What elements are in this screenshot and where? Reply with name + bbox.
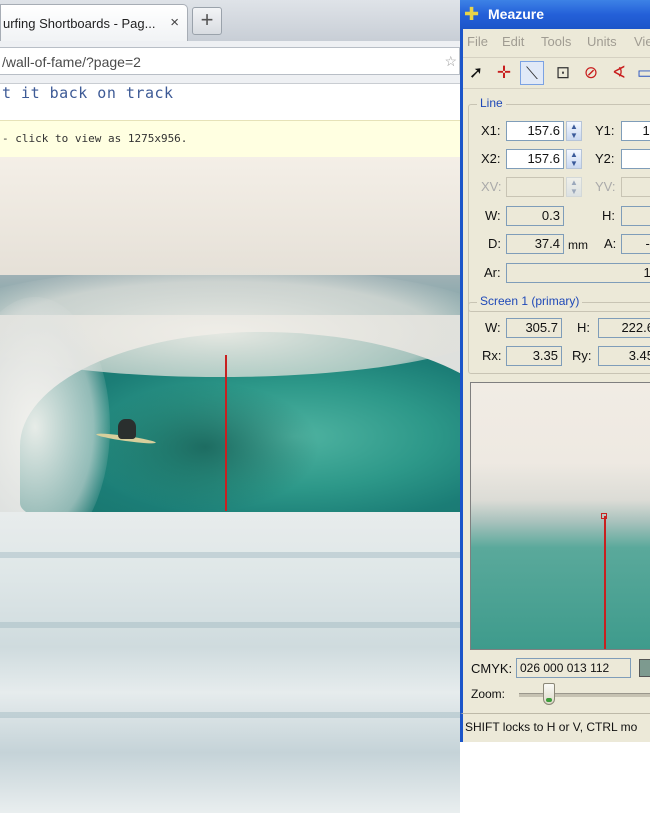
x1-spinner[interactable]: ▲ ▼ <box>566 121 582 141</box>
screen-group: Screen 1 (primary) W: 305.7 H: 222.6 Rx:… <box>468 294 650 374</box>
cmyk-label: CMYK: <box>471 661 513 676</box>
tab-title: urfing Shortboards - Pag... <box>3 16 156 31</box>
width-label: W: <box>485 208 501 223</box>
angle-field: -9 <box>621 234 650 254</box>
y2-field[interactable]: 5 <box>621 149 650 169</box>
url-input[interactable]: /wall-of-fame/?page=2 ☆ <box>0 47 460 75</box>
bookmark-star-icon[interactable]: ☆ <box>444 53 457 70</box>
menu-units[interactable]: Units <box>587 34 617 49</box>
y2-label: Y2: <box>595 151 615 166</box>
menu-bar: File Edit Tools Units Vie <box>463 29 650 53</box>
height-field: 3 <box>621 206 650 226</box>
browser-tab-strip: urfing Shortboards - Pag... × + <box>0 0 460 41</box>
screen-height-label: H: <box>577 320 590 335</box>
width-field: 0.3 <box>506 206 564 226</box>
color-swatch <box>639 659 650 677</box>
meazure-window: ✚ Meazure File Edit Tools Units Vie ➚ ✛ … <box>460 0 650 813</box>
distance-field: 37.4 <box>506 234 564 254</box>
status-bar: SHIFT locks to H or V, CTRL mo <box>460 713 650 740</box>
area-label: Ar: <box>484 265 501 280</box>
zoom-slider-track[interactable] <box>519 693 650 697</box>
angle-label: A: <box>604 236 617 251</box>
x1-label: X1: <box>481 123 501 138</box>
browser-tab[interactable]: urfing Shortboards - Pag... × <box>0 4 188 41</box>
screen-height-field: 222.6 <box>598 318 650 338</box>
magnifier-measure-line <box>604 516 606 649</box>
distance-unit: mm <box>568 238 588 252</box>
foam-line <box>0 552 460 558</box>
point-tool-icon[interactable]: ✛ <box>492 61 516 85</box>
yv-field <box>621 177 650 197</box>
menu-edit[interactable]: Edit <box>502 34 524 49</box>
foam-line <box>0 712 460 718</box>
x1-field[interactable]: 157.6 <box>506 121 564 141</box>
menu-tools[interactable]: Tools <box>541 34 571 49</box>
xv-field <box>506 177 564 197</box>
photo-barrel-shadow <box>90 382 320 512</box>
x2-spinner[interactable]: ▲ ▼ <box>566 149 582 169</box>
cmyk-field[interactable]: 026 000 013 112 <box>516 658 631 678</box>
y1-label: Y1: <box>595 123 615 138</box>
window-tool-icon[interactable]: ▭ <box>633 61 650 85</box>
foam-line <box>0 622 460 628</box>
page-heading-area: t it back on track <box>0 84 460 120</box>
status-text: SHIFT locks to H or V, CTRL mo <box>465 720 638 734</box>
surf-photo <box>0 157 460 813</box>
resolution-y-field: 3.45 <box>598 346 650 366</box>
screen-group-label: Screen 1 (primary) <box>477 294 583 308</box>
new-tab-button[interactable]: + <box>192 7 222 35</box>
distance-label: D: <box>488 236 501 251</box>
image-resize-notice[interactable]: - click to view as 1275x956. <box>0 120 460 158</box>
line-group: Line X1: 157.6 ▲▼ Y1: 12 X2: 157.6 ▲▼ Y2… <box>468 96 650 312</box>
photo-surfer <box>118 419 136 439</box>
close-icon[interactable]: × <box>170 14 179 31</box>
screen-width-field: 305.7 <box>506 318 562 338</box>
resolution-x-field: 3.35 <box>506 346 562 366</box>
magnifier-view <box>470 382 650 650</box>
menu-view[interactable]: Vie <box>634 34 650 49</box>
resolution-y-label: Ry: <box>572 348 592 363</box>
window-title: Meazure <box>488 6 545 22</box>
notice-text: - click to view as 1275x956. <box>2 132 188 145</box>
line-group-label: Line <box>477 96 506 110</box>
measure-line[interactable] <box>225 355 227 511</box>
area-field: 11 <box>506 263 650 283</box>
height-label: H: <box>602 208 615 223</box>
photo-foam <box>0 512 460 813</box>
zoom-label: Zoom: <box>471 687 506 701</box>
line-tool-icon[interactable]: ⟍ <box>520 61 544 85</box>
y1-field[interactable]: 12 <box>621 121 650 141</box>
angle-tool-icon[interactable]: ∢ <box>607 61 631 85</box>
cursor-tool-icon[interactable]: ➚ <box>464 61 488 85</box>
meazure-title-bar[interactable]: ✚ Meazure <box>460 0 650 29</box>
toolbar: ➚ ✛ ⟍ ⊡ ⊘ ∢ ▭ <box>463 57 650 89</box>
circle-tool-icon[interactable]: ⊘ <box>579 61 603 85</box>
address-bar: /wall-of-fame/?page=2 ☆ <box>0 41 460 84</box>
xv-spinner: ▲ ▼ <box>566 177 582 197</box>
screen-width-label: W: <box>485 320 501 335</box>
meazure-body: File Edit Tools Units Vie ➚ ✛ ⟍ ⊡ ⊘ ∢ ▭ … <box>460 29 650 742</box>
resolution-x-label: Rx: <box>482 348 502 363</box>
rectangle-tool-icon[interactable]: ⊡ <box>551 61 575 85</box>
zoom-slider-thumb[interactable] <box>543 683 555 705</box>
ruler-crosshair-icon: ✚ <box>464 4 480 24</box>
x2-label: X2: <box>481 151 501 166</box>
x2-field[interactable]: 157.6 <box>506 149 564 169</box>
yv-label: YV: <box>595 179 616 194</box>
url-text: /wall-of-fame/?page=2 <box>2 54 141 70</box>
xv-label: XV: <box>481 179 502 194</box>
menu-file[interactable]: File <box>467 34 488 49</box>
page-heading: t it back on track <box>2 84 174 102</box>
